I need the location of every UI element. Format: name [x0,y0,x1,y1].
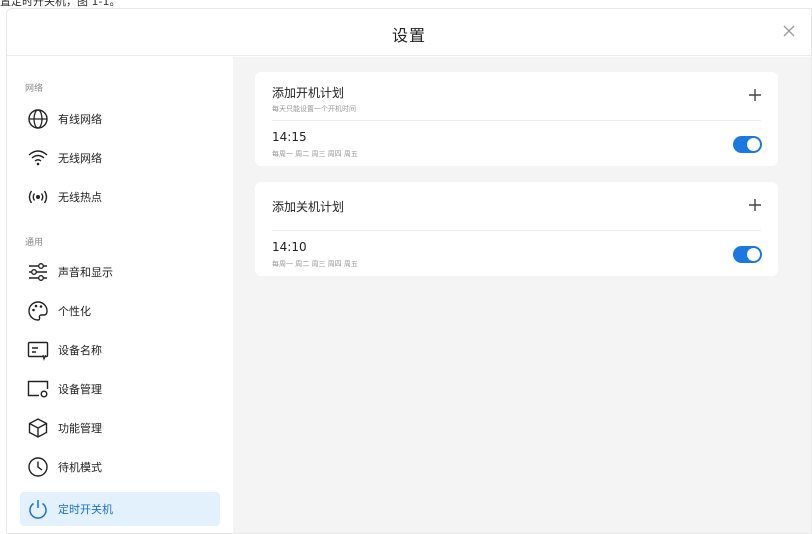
device-manage-icon [26,377,50,401]
section-label-network: 网络 [25,84,44,94]
device-name-icon [26,338,50,362]
sidebar-item-label: 设备管理 [58,383,102,396]
globe-icon [26,107,50,131]
power-off-title: 添加关机计划 [272,200,345,214]
sidebar-item-hotspot[interactable]: 无线热点 [20,180,220,214]
add-power-on-icon[interactable] [746,86,764,104]
power-off-toggle[interactable] [733,246,762,263]
add-power-off-icon[interactable] [746,196,764,214]
clock-icon [26,455,50,479]
sidebar-item-device-management[interactable]: 设备管理 [20,372,220,406]
sliders-icon [26,260,50,284]
cube-icon [26,416,50,440]
power-on-schedule-row: 14:15 每周一 周二 周三 周四 周五 [255,121,778,167]
sidebar-item-label: 定时开关机 [58,503,113,516]
sidebar-item-sound-display[interactable]: 声音和显示 [20,255,220,289]
power-on-toggle[interactable] [733,136,762,153]
power-on-card: 添加开机计划 每天只能设置一个开机时间 14:15 每周一 周二 周三 周四 周… [255,72,778,166]
power-off-time: 14:10 [272,240,307,254]
sidebar-item-personalization[interactable]: 个性化 [20,294,220,328]
palette-icon [26,299,50,323]
sidebar-item-label: 待机模式 [58,461,102,474]
power-on-time: 14:15 [272,130,307,144]
document-caption: 置定时开关机，图 1-1。 [0,0,121,8]
section-label-general: 通用 [25,238,44,248]
hotspot-icon [26,185,50,209]
sidebar-item-label: 设备名称 [58,344,102,357]
sidebar-item-label: 无线网络 [58,152,102,165]
power-icon [26,497,50,521]
toggle-knob [747,248,760,261]
power-off-header: 添加关机计划 [255,182,778,230]
sidebar-item-wireless-network[interactable]: 无线网络 [20,141,220,175]
settings-window: 设置 网络 有线网络 无线网络 无线热点 通用 声音和显示 个性化 设备名称 设… [6,8,812,534]
sidebar-item-feature-management[interactable]: 功能管理 [20,411,220,445]
sidebar-item-wired-network[interactable]: 有线网络 [20,102,220,136]
wifi-icon [26,146,50,170]
sidebar-item-scheduled-power[interactable]: 定时开关机 [20,492,220,526]
main-content: 添加开机计划 每天只能设置一个开机时间 14:15 每周一 周二 周三 周四 周… [233,57,811,533]
power-on-title: 添加开机计划 [272,86,345,100]
power-on-subtitle: 每天只能设置一个开机时间 [272,105,356,113]
sidebar-item-label: 声音和显示 [58,266,113,279]
sidebar-item-label: 无线热点 [58,191,102,204]
window-title: 设置 [391,26,426,45]
sidebar-item-label: 个性化 [58,305,91,318]
power-on-days: 每周一 周二 周三 周四 周五 [272,150,358,158]
sidebar: 网络 有线网络 无线网络 无线热点 通用 声音和显示 个性化 设备名称 设备管理… [7,57,233,533]
power-off-schedule-row: 14:10 每周一 周二 周三 周四 周五 [255,231,778,277]
power-off-days: 每周一 周二 周三 周四 周五 [272,260,358,268]
sidebar-item-device-name[interactable]: 设备名称 [20,333,220,367]
power-off-card: 添加关机计划 14:10 每周一 周二 周三 周四 周五 [255,182,778,276]
close-icon[interactable] [779,21,799,41]
title-bar: 设置 [7,9,811,56]
sidebar-item-label: 功能管理 [58,422,102,435]
power-on-header: 添加开机计划 每天只能设置一个开机时间 [255,72,778,120]
sidebar-item-standby-mode[interactable]: 待机模式 [20,450,220,484]
sidebar-item-label: 有线网络 [58,113,102,126]
toggle-knob [747,138,760,151]
